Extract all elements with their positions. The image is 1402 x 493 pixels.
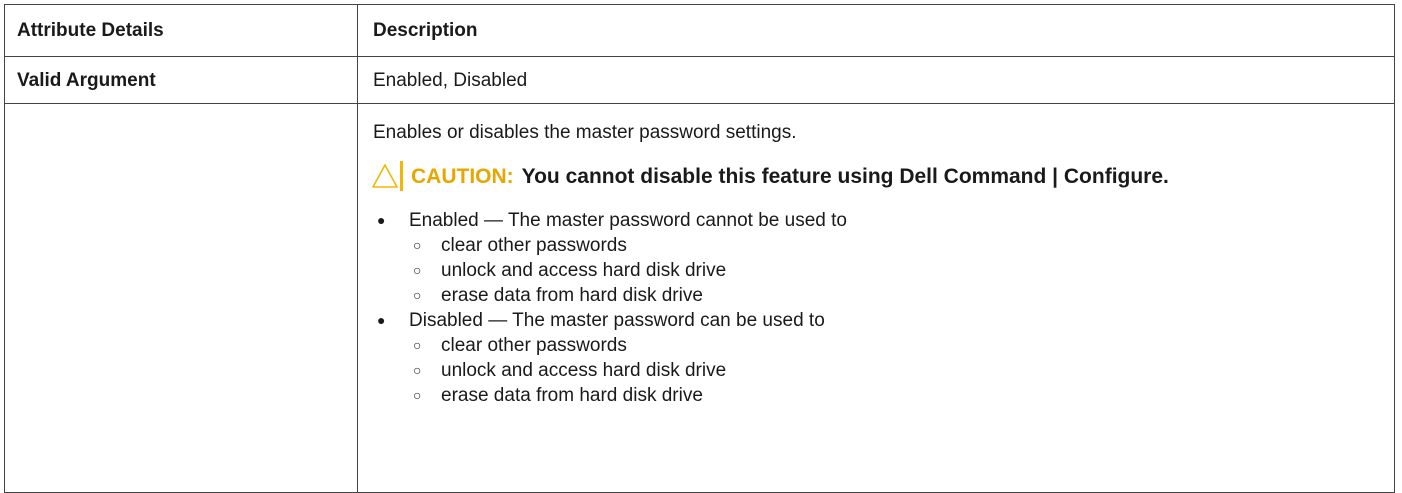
valid-argument-value: Enabled, Disabled xyxy=(357,56,1395,104)
attribute-table: Attribute Details Description Valid Argu… xyxy=(4,4,1395,493)
details-attr-cell xyxy=(4,103,358,493)
list-item: Disabled — The master password can be us… xyxy=(373,308,1394,408)
table-row: Enables or disables the master password … xyxy=(4,103,1395,493)
warning-triangle-icon xyxy=(370,161,403,191)
list-item: clear other passwords xyxy=(409,333,1394,358)
list-item: clear other passwords xyxy=(409,233,1394,258)
header-description: Description xyxy=(357,4,1395,57)
option-disabled-text: Disabled — The master password can be us… xyxy=(409,310,825,331)
list-item: erase data from hard disk drive xyxy=(409,383,1394,408)
details-description-cell: Enables or disables the master password … xyxy=(357,103,1395,493)
caution-note: CAUTION: You cannot disable this feature… xyxy=(370,161,1394,191)
options-list: Enabled — The master password cannot be … xyxy=(373,208,1394,408)
list-item: unlock and access hard disk drive xyxy=(409,358,1394,383)
list-item: erase data from hard disk drive xyxy=(409,283,1394,308)
header-attribute-details: Attribute Details xyxy=(4,4,358,57)
sub-list: clear other passwords unlock and access … xyxy=(409,333,1394,408)
table-header-row: Attribute Details Description xyxy=(4,4,1395,57)
sub-list: clear other passwords unlock and access … xyxy=(409,233,1394,308)
caution-text: You cannot disable this feature using De… xyxy=(521,164,1169,188)
list-item: Enabled — The master password cannot be … xyxy=(373,208,1394,308)
table-row: Valid Argument Enabled, Disabled xyxy=(4,56,1395,104)
description-intro: Enables or disables the master password … xyxy=(373,122,797,143)
caution-label: CAUTION: xyxy=(411,164,514,188)
valid-argument-label: Valid Argument xyxy=(4,56,358,104)
option-enabled-text: Enabled — The master password cannot be … xyxy=(409,210,847,231)
list-item: unlock and access hard disk drive xyxy=(409,258,1394,283)
